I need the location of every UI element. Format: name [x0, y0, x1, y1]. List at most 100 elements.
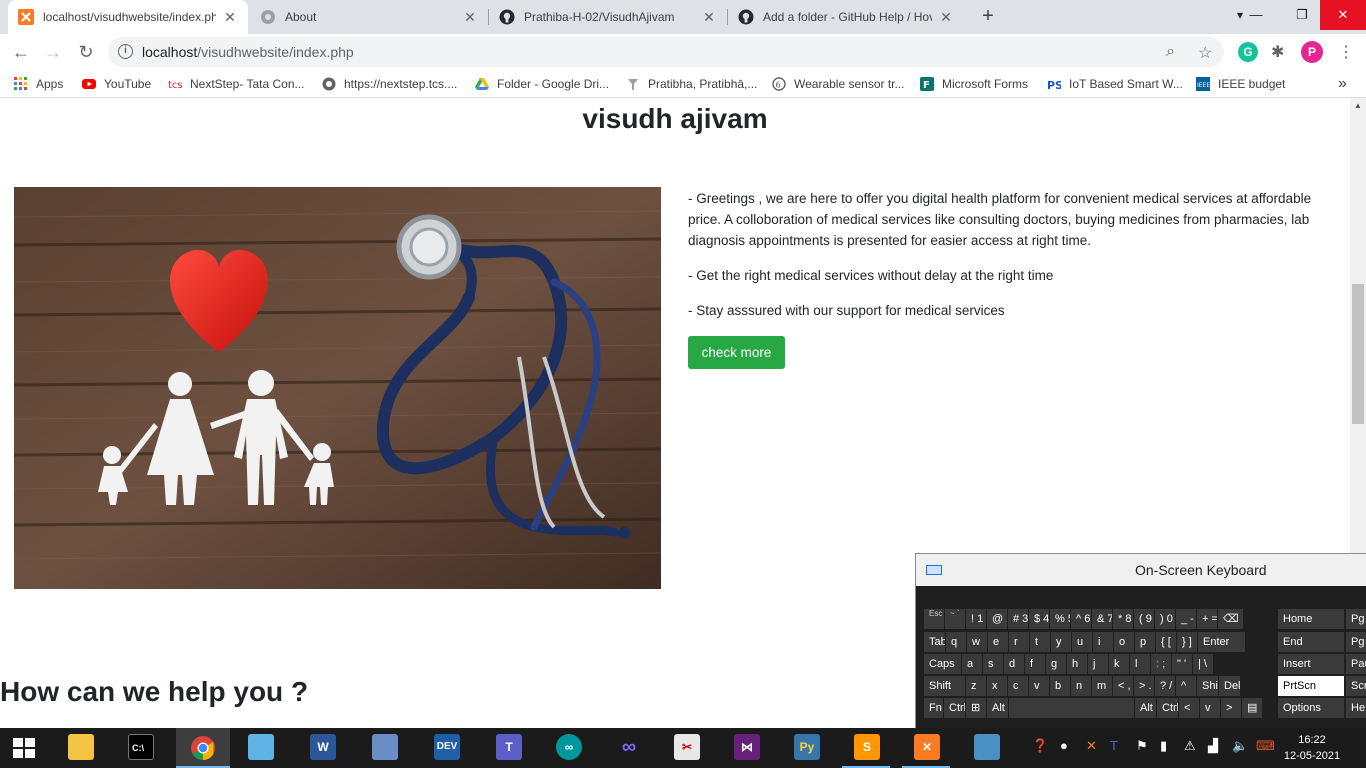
osk-key[interactable]: ! 1	[966, 609, 986, 629]
osk-key[interactable]: k	[1109, 654, 1129, 674]
scrollbar-thumb[interactable]	[1352, 284, 1364, 424]
taskbar-word[interactable]: W	[298, 728, 346, 768]
osk-key[interactable]: " '	[1172, 654, 1192, 674]
osk-key[interactable]: >	[1221, 698, 1241, 718]
grammarly-icon[interactable]: G	[1238, 42, 1258, 62]
check-more-button[interactable]: check more	[688, 336, 785, 369]
system-clock[interactable]: 16:22 12-05-2021	[1282, 732, 1342, 764]
tab-localhost[interactable]: localhost/visudhwebsite/index.ph ✕	[8, 0, 248, 34]
osk-key[interactable]: g	[1046, 654, 1066, 674]
osk-key[interactable]: } ]	[1177, 632, 1197, 652]
osk-key[interactable]: Ctrl	[1157, 698, 1178, 718]
osk-key[interactable]: He	[1346, 698, 1366, 718]
bookmark-google-drive[interactable]: Folder - Google Dri...	[475, 75, 609, 93]
osk-key[interactable]: ⌫	[1218, 609, 1243, 629]
bookmark-wearable[interactable]: 6 Wearable sensor tr...	[772, 75, 905, 93]
bookmark-iot[interactable]: PS IoT Based Smart W...	[1047, 75, 1183, 93]
menu-kebab-icon[interactable]: ⋮	[1338, 42, 1354, 62]
osk-key[interactable]: <	[1179, 698, 1199, 718]
taskbar-arduino[interactable]: ∞	[544, 728, 592, 768]
osk-key[interactable]: ⊞	[966, 698, 986, 718]
osk-key[interactable]: j	[1088, 654, 1108, 674]
osk-key[interactable]: ( 9	[1134, 609, 1154, 629]
osk-key[interactable]: m	[1092, 676, 1112, 696]
osk-key[interactable]: + =	[1197, 609, 1217, 629]
minimize-icon[interactable]: —	[1238, 0, 1274, 30]
osk-key[interactable]: @ 2	[987, 609, 1007, 629]
osk-key[interactable]: w	[967, 632, 987, 652]
bookmark-star-icon[interactable]: ☆	[1198, 43, 1212, 63]
osk-key[interactable]: c	[1008, 676, 1028, 696]
bookmark-youtube[interactable]: YouTube	[82, 75, 151, 93]
osk-key[interactable]: f	[1025, 654, 1045, 674]
osk-key[interactable]: Home	[1278, 609, 1344, 629]
bookmarks-overflow-icon[interactable]: »	[1338, 75, 1347, 93]
close-tab-icon[interactable]: ✕	[938, 9, 954, 26]
volume-icon[interactable]: 🔈	[1232, 738, 1248, 754]
tab-github-repo[interactable]: Prathiba-H-02/VisudhAjivam ✕	[489, 0, 727, 34]
osk-key[interactable]: Alt	[1135, 698, 1156, 718]
osk-key[interactable]: % 5	[1050, 609, 1070, 629]
osk-key[interactable]: t	[1030, 632, 1050, 652]
osk-key[interactable]: ? /	[1155, 676, 1175, 696]
osk-key[interactable]: v	[1029, 676, 1049, 696]
osk-key[interactable]: ▤	[1242, 698, 1262, 718]
osk-key[interactable]: Pg	[1346, 632, 1366, 652]
network-icon[interactable]: ▟	[1208, 738, 1218, 754]
osk-key[interactable]: | \	[1193, 654, 1213, 674]
osk-key[interactable]: Shift	[924, 676, 965, 696]
warning-icon[interactable]: ⚠	[1184, 738, 1196, 754]
osk-key[interactable]: Pg	[1346, 609, 1366, 629]
osk-key[interactable]: Options	[1278, 698, 1344, 718]
back-icon[interactable]: ←	[10, 41, 32, 63]
reload-icon[interactable]: ↻	[75, 41, 97, 63]
taskbar-teams[interactable]: T	[484, 728, 532, 768]
tab-github-help[interactable]: Add a folder - GitHub Help / Hov ✕	[728, 0, 964, 34]
osk-key[interactable]: > .	[1134, 676, 1154, 696]
site-info-icon[interactable]: i	[118, 44, 133, 59]
osk-key[interactable]: { [	[1156, 632, 1176, 652]
new-tab-icon[interactable]: +	[978, 6, 998, 26]
osk-key[interactable]: # 3	[1008, 609, 1028, 629]
osk-key[interactable]: ) 0	[1155, 609, 1175, 629]
restore-icon[interactable]: ❐	[1284, 0, 1320, 30]
taskbar-snipping[interactable]: ✂	[662, 728, 710, 768]
help-icon[interactable]: ❓	[1032, 738, 1048, 754]
taskbar-sublime[interactable]: S	[842, 728, 890, 768]
taskbar-computer[interactable]	[360, 728, 408, 768]
osk-key[interactable]: $ 4	[1029, 609, 1049, 629]
extensions-puzzle-icon[interactable]: ✱	[1271, 42, 1284, 62]
osk-key[interactable]: Fn	[924, 698, 943, 718]
osk-key[interactable]: r	[1009, 632, 1029, 652]
close-window-icon[interactable]: ✕	[1320, 0, 1366, 30]
teams-tray-icon[interactable]: T	[1110, 738, 1118, 753]
osk-key[interactable]: v	[1200, 698, 1220, 718]
taskbar-chrome[interactable]	[176, 728, 230, 768]
taskbar-cmd[interactable]: C:\	[116, 728, 164, 768]
osk-key[interactable]: Shi	[1197, 676, 1218, 696]
osk-key[interactable]: n	[1071, 676, 1091, 696]
bookmark-pratibha[interactable]: Pratibha, Pratibhā,...	[626, 75, 757, 93]
close-tab-icon[interactable]: ✕	[701, 9, 717, 26]
osk-key[interactable]: l	[1130, 654, 1150, 674]
taskbar-visual-studio[interactable]: ⋈	[722, 728, 770, 768]
xampp-tray-icon[interactable]: ✕	[1086, 738, 1097, 754]
taskbar-python[interactable]: Py	[782, 728, 830, 768]
osk-key[interactable]: o	[1114, 632, 1134, 652]
osk-key[interactable]: Caps	[924, 654, 961, 674]
bookmark-ieee[interactable]: IEEE IEEE budget	[1196, 75, 1285, 93]
forward-icon[interactable]: →	[42, 41, 64, 63]
close-tab-icon[interactable]: ✕	[222, 9, 238, 26]
osk-key[interactable]: ^ 6	[1071, 609, 1091, 629]
osk-key[interactable]: i	[1093, 632, 1113, 652]
bookmark-apps[interactable]: Apps	[14, 75, 63, 93]
osk-key[interactable]: : ;	[1151, 654, 1171, 674]
osk-key[interactable]: Scr	[1346, 676, 1366, 696]
osk-key[interactable]: y	[1051, 632, 1071, 652]
device-icon[interactable]: ▮	[1160, 738, 1167, 754]
osk-key[interactable]: p	[1135, 632, 1155, 652]
osk-key[interactable]: & 7	[1092, 609, 1112, 629]
osk-key[interactable]: h	[1067, 654, 1087, 674]
osk-key[interactable]: Tab	[924, 632, 945, 652]
taskbar-notepad[interactable]	[236, 728, 284, 768]
